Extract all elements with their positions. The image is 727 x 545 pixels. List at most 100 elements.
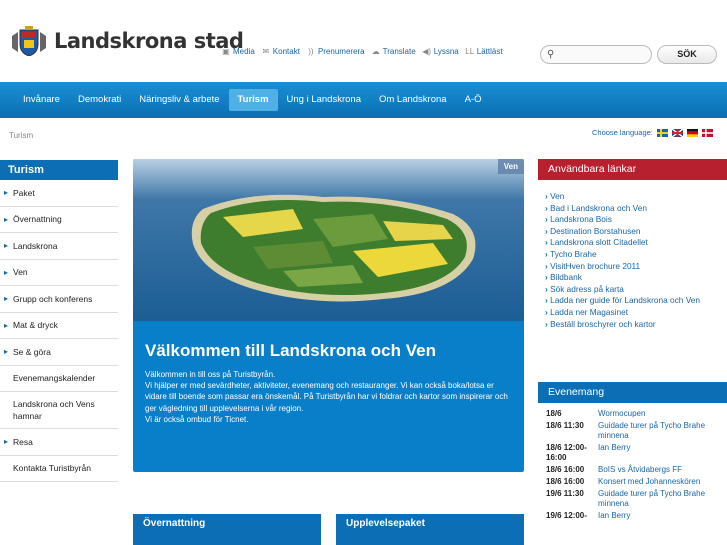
flag-de-icon[interactable] — [686, 128, 698, 137]
sidebar-item-se-gora[interactable]: Se & göra — [0, 339, 118, 366]
nav-turism[interactable]: Turism — [228, 89, 278, 111]
event-date: 18/6 11:30 — [546, 421, 584, 430]
link-item[interactable]: Tycho Brahe — [545, 249, 727, 261]
media-icon: ▣ — [222, 46, 230, 56]
link-item[interactable]: Beställ broschyrer och kartor — [545, 319, 727, 331]
hero-text: Välkommen in till oss på Turistbyrån. Vi… — [145, 370, 508, 424]
link-item[interactable]: Ladda ner guide för Landskrona och Ven — [545, 295, 727, 307]
hero-tag[interactable]: Ven — [497, 159, 524, 174]
event-item[interactable]: 19/6 12:00- Ian Berry — [546, 511, 727, 521]
tool-listen[interactable]: ◀) Lyssna — [422, 46, 459, 56]
tool-contact[interactable]: ✉ Kontakt — [261, 47, 300, 56]
events-title: Evenemang — [538, 382, 727, 403]
useful-links-list: Ven Bad i Landskrona och Ven Landskrona … — [538, 180, 727, 330]
sidebar-item-overnattning[interactable]: Övernattning — [0, 207, 118, 233]
utility-tools: ▣ Media ✉ Kontakt )) Prenumerera ☁ Translate… — [221, 47, 505, 56]
event-item[interactable]: 18/6 11:30 Guidade turer på Tycho Brahe m… — [546, 421, 727, 441]
nav-demokrati[interactable]: Demokrati — [69, 89, 130, 111]
tool-subscribe[interactable]: )) Prenumerera — [306, 46, 365, 56]
sidebar-item-mat[interactable]: Mat & dryck — [0, 313, 118, 339]
link-item[interactable]: Sök adress på karta — [545, 284, 727, 296]
sidebar-item-kontakta[interactable]: Kontakta Turistbyrån — [0, 456, 118, 482]
event-title[interactable]: BoIS vs Åtvidabergs FF — [598, 465, 682, 475]
contact-icon: ✉ — [262, 46, 270, 56]
flag-dk-icon[interactable] — [701, 128, 713, 137]
island-aerial-photo — [133, 159, 524, 321]
easyread-icon: LL — [465, 46, 475, 56]
language-chooser: Choose language: — [592, 127, 713, 138]
link-item[interactable]: Bad i Landskrona och Ven — [545, 203, 727, 215]
nav-a-o[interactable]: A-Ö — [456, 89, 491, 111]
tool-label: Lyssna — [433, 47, 459, 56]
link-item[interactable]: Destination Borstahusen — [545, 226, 727, 238]
useful-links-box: Användbara länkar Ven Bad i Landskrona o… — [538, 159, 727, 367]
nav-om[interactable]: Om Landskrona — [370, 89, 456, 111]
event-item[interactable]: 19/6 11:30 Guidade turer på Tycho Brahe m… — [546, 489, 727, 509]
sidebar-title[interactable]: Turism — [0, 160, 118, 180]
event-date: 18/6 — [546, 409, 562, 418]
link-item[interactable]: Bildbank — [545, 272, 727, 284]
event-date: 18/6 16:00 — [546, 477, 585, 486]
tool-label: Prenumerera — [317, 47, 365, 56]
link-item[interactable]: Ven — [545, 191, 727, 203]
breadcrumb[interactable]: Turism — [9, 131, 33, 140]
search-input[interactable] — [561, 48, 647, 61]
search-icon: ⚲ — [547, 49, 555, 60]
tool-media[interactable]: ▣ Media — [221, 47, 255, 56]
sidebar-item-grupp[interactable]: Grupp och konferens — [0, 286, 118, 313]
event-title[interactable]: Konsert med Johanneskören — [598, 477, 700, 487]
event-title[interactable]: Guidade turer på Tycho Brahe minnena — [598, 421, 727, 441]
event-date: 19/6 12:00- — [546, 511, 587, 520]
event-item[interactable]: 18/6 12:00-16:00 Ian Berry — [546, 443, 727, 463]
hero-title: Välkommen till Landskrona och Ven — [145, 341, 436, 360]
flag-sv-icon[interactable] — [656, 128, 668, 137]
sidebar-item-paket[interactable]: Paket — [0, 180, 118, 207]
link-item[interactable]: Ladda ner Magasinet — [545, 307, 727, 319]
logo-text: Landskrona stad — [54, 29, 244, 53]
flag-en-icon[interactable] — [671, 127, 684, 138]
language-label: Choose language: — [592, 128, 653, 137]
sidebar-item-evenemangskalender[interactable]: Evenemangskalender — [0, 366, 118, 392]
nav-naringsliv[interactable]: Näringsliv & arbete — [130, 89, 228, 111]
translate-icon: ☁ — [371, 46, 380, 56]
event-date: 18/6 16:00 — [546, 465, 585, 474]
sidebar-item-landskrona[interactable]: Landskrona — [0, 233, 118, 260]
nav-ung[interactable]: Ung i Landskrona — [278, 89, 370, 111]
link-item[interactable]: Landskrona Bois — [545, 214, 727, 226]
tool-label: Media — [233, 47, 255, 56]
nav-invanare[interactable]: Invånare — [14, 89, 69, 111]
event-date: 18/6 12:00-16:00 — [546, 443, 587, 462]
card-overnattning[interactable]: Övernattning — [133, 514, 321, 545]
sidebar-item-resa[interactable]: Resa — [0, 429, 118, 456]
event-title[interactable]: Ian Berry — [598, 511, 630, 521]
events-list: 18/6 Wormocupen 18/6 11:30 Guidade turer p… — [538, 403, 727, 521]
sidebar-item-ven[interactable]: Ven — [0, 260, 118, 286]
tool-easy-read[interactable]: LL Lättläst — [465, 46, 503, 56]
link-item[interactable]: VisitHven brochure 2011 — [545, 261, 727, 273]
event-title[interactable]: Guidade turer på Tycho Brahe minnena — [598, 489, 727, 509]
crest-icon — [10, 26, 48, 57]
section-sidebar: Turism Paket Övernattning Landskrona Ven… — [0, 160, 118, 482]
main-nav: Invånare Demokrati Näringsliv & arbete T… — [0, 82, 727, 118]
rss-icon: )) — [308, 46, 314, 56]
events-box: Evenemang 18/6 Wormocupen 18/6 11:30 Guida… — [538, 382, 727, 523]
tool-label: Lättläst — [476, 47, 503, 56]
tool-label: Translate — [382, 47, 416, 56]
hero-panel: Ven Välkommen till Landskrona och Ven Vä… — [133, 159, 524, 472]
sidebar-item-hamnar[interactable]: Landskrona och Vens hamnar — [0, 392, 118, 429]
event-item[interactable]: 18/6 16:00 Konsert med Johanneskören — [546, 477, 727, 487]
event-item[interactable]: 18/6 Wormocupen — [546, 409, 727, 419]
site-logo[interactable]: Landskrona stad — [10, 26, 244, 57]
tool-translate[interactable]: ☁ Translate — [371, 47, 416, 56]
speaker-icon: ◀) — [422, 46, 432, 56]
tool-label: Kontakt — [272, 47, 300, 56]
event-title[interactable]: Wormocupen — [598, 409, 645, 419]
event-date: 19/6 11:30 — [546, 489, 584, 498]
card-upplevelsepaket[interactable]: Upplevelsepaket — [336, 514, 524, 545]
link-item[interactable]: Landskrona slott Citadellet — [545, 237, 727, 249]
search-box: ⚲ — [540, 45, 652, 64]
useful-links-title: Användbara länkar — [538, 159, 727, 180]
event-title[interactable]: Ian Berry — [598, 443, 630, 463]
search-button[interactable]: SÖK — [657, 45, 717, 64]
event-item[interactable]: 18/6 16:00 BoIS vs Åtvidabergs FF — [546, 465, 727, 475]
